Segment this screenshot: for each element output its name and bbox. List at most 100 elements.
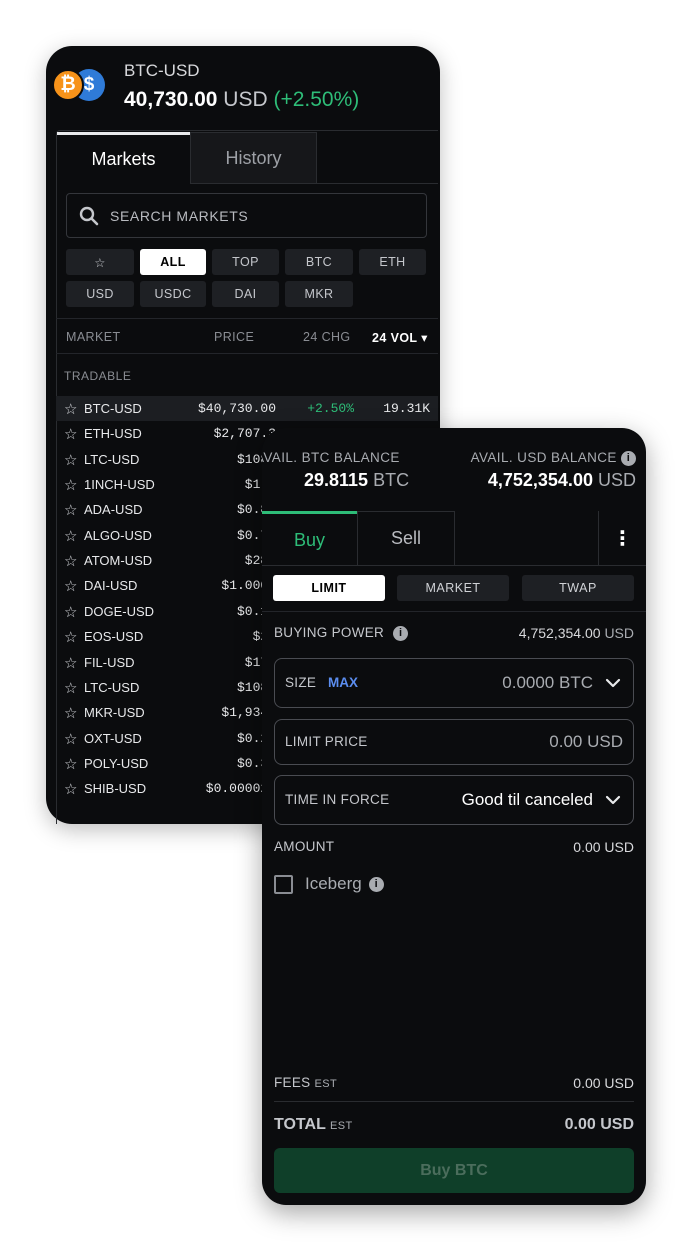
star-icon[interactable]: ☆ xyxy=(64,577,77,595)
order-panel: AVAIL. BTC BALANCE 29.8115 BTC AVAIL. US… xyxy=(262,428,646,1205)
star-icon[interactable]: ☆ xyxy=(64,755,77,773)
star-icon[interactable]: ☆ xyxy=(64,679,77,697)
star-icon[interactable]: ☆ xyxy=(64,425,77,443)
time-in-force-select[interactable]: TIME IN FORCE Good til canceled xyxy=(274,775,634,825)
star-icon[interactable]: ☆ xyxy=(64,603,77,621)
market-symbol: EOS-USD xyxy=(84,629,144,645)
fees-value: 0.00 USD xyxy=(573,1075,634,1091)
info-icon[interactable]: i xyxy=(393,626,409,641)
filter-usd[interactable]: USD xyxy=(66,281,134,307)
limit-price-field[interactable]: LIMIT PRICE 0.00 USD xyxy=(274,719,634,765)
filter-eth[interactable]: ETH xyxy=(359,249,426,275)
order-side-tabs: Buy Sell ⋮ xyxy=(262,511,646,566)
max-button[interactable]: MAX xyxy=(328,675,358,690)
usd-balance-label: AVAIL. USD BALANCE i xyxy=(471,450,636,466)
btc-balance: 29.8115 BTC xyxy=(304,470,409,491)
filter-dai[interactable]: DAI xyxy=(212,281,279,307)
iceberg-checkbox[interactable] xyxy=(274,874,293,894)
filter-all[interactable]: ALL xyxy=(140,249,206,275)
amount-label: AMOUNT xyxy=(274,839,335,854)
order-type-twap[interactable]: TWAP xyxy=(522,575,634,601)
market-symbol: 1INCH-USD xyxy=(84,477,155,493)
fees-label-text: FEES xyxy=(274,1075,311,1090)
tab-history[interactable]: History xyxy=(190,132,317,184)
filter-favorites[interactable]: ☆ xyxy=(66,249,134,275)
market-symbol: ATOM-USD xyxy=(84,553,153,569)
column-24-volume[interactable]: 24 VOL ▾ xyxy=(372,330,428,345)
market-symbol: LTC-USD xyxy=(84,451,140,467)
market-symbol: SHIB-USD xyxy=(84,781,147,797)
column-price[interactable]: PRICE xyxy=(214,330,254,344)
info-icon[interactable]: i xyxy=(621,451,636,466)
iceberg-label: Iceberg xyxy=(305,874,362,893)
usd-balance-label-text: AVAIL. USD BALANCE xyxy=(470,450,617,465)
size-label: SIZE xyxy=(285,675,317,690)
tab-sell[interactable]: Sell xyxy=(357,511,455,566)
markets-table-header: MARKET PRICE 24 CHG 24 VOL ▾ xyxy=(56,318,438,354)
search-markets-input[interactable]: SEARCH MARKETS xyxy=(66,193,427,238)
total-label-text: TOTAL xyxy=(274,1116,326,1133)
market-symbol: ALGO-USD xyxy=(84,527,152,543)
price-change: (+2.50%) xyxy=(273,88,360,111)
size-value[interactable]: 0.0000 BTC xyxy=(502,673,593,693)
btc-balance-unit: BTC xyxy=(373,470,410,490)
info-icon[interactable]: i xyxy=(368,876,384,892)
time-in-force-value[interactable]: Good til canceled xyxy=(462,790,593,810)
btc-balance-value: 29.8115 xyxy=(304,470,369,490)
search-placeholder: SEARCH MARKETS xyxy=(110,207,249,224)
star-icon[interactable]: ☆ xyxy=(64,780,77,798)
tab-buy[interactable]: Buy xyxy=(262,511,357,566)
filter-mkr[interactable]: MKR xyxy=(285,281,353,307)
star-icon[interactable]: ☆ xyxy=(64,704,77,722)
usd-balance-unit: USD xyxy=(597,470,636,490)
star-icon[interactable]: ☆ xyxy=(64,552,77,570)
tab-markets[interactable]: Markets xyxy=(57,132,190,184)
divider xyxy=(274,1101,634,1102)
market-symbol: BTC-USD xyxy=(84,401,142,416)
market-change: +2.50% xyxy=(307,401,354,416)
market-symbol: POLY-USD xyxy=(84,755,149,771)
more-options-icon[interactable]: ⋮ xyxy=(598,511,646,566)
star-icon[interactable]: ☆ xyxy=(64,628,77,646)
chevron-down-icon[interactable] xyxy=(604,674,622,692)
star-icon[interactable]: ☆ xyxy=(64,451,77,469)
usd-balance-value: 4,752,354.00 xyxy=(487,470,593,490)
star-icon[interactable]: ☆ xyxy=(64,527,77,545)
star-icon[interactable]: ☆ xyxy=(64,501,77,519)
iceberg-option: Iceberg i xyxy=(274,874,384,894)
divider xyxy=(262,611,646,612)
market-price: $40,730.00 xyxy=(197,401,276,416)
limit-price-value[interactable]: 0.00 USD xyxy=(549,732,623,752)
filter-usdc[interactable]: USDC xyxy=(140,281,206,307)
order-type-limit[interactable]: LIMIT xyxy=(273,575,385,601)
total-est: EST xyxy=(330,1120,353,1132)
buy-btc-button[interactable]: Buy BTC xyxy=(274,1148,634,1193)
search-icon xyxy=(79,206,99,225)
star-icon[interactable]: ☆ xyxy=(64,730,77,748)
fees-label: FEES EST xyxy=(274,1075,337,1090)
filter-btc[interactable]: BTC xyxy=(285,249,353,275)
limit-price-label: LIMIT PRICE xyxy=(285,734,368,749)
market-symbol: ADA-USD xyxy=(84,502,143,518)
time-in-force-label: TIME IN FORCE xyxy=(285,792,390,807)
chevron-down-icon[interactable] xyxy=(604,791,622,809)
tab-divider xyxy=(317,183,438,184)
pair-icons: ₿ $ xyxy=(52,69,105,103)
filter-top[interactable]: TOP xyxy=(212,249,279,275)
star-icon[interactable]: ☆ xyxy=(64,400,77,418)
size-field[interactable]: SIZE MAX 0.0000 BTC xyxy=(274,658,634,708)
buying-power: 4,752,354.00 USD xyxy=(519,625,634,641)
star-icon[interactable]: ☆ xyxy=(64,654,77,672)
total-label: TOTAL EST xyxy=(274,1116,353,1134)
market-row[interactable]: ☆ BTC-USD $40,730.00 +2.50% 19.31K xyxy=(56,396,438,421)
star-icon[interactable]: ☆ xyxy=(64,476,77,494)
btc-balance-label: AVAIL. BTC BALANCE xyxy=(262,450,400,465)
column-market[interactable]: MARKET xyxy=(66,330,121,344)
price-unit: USD xyxy=(223,88,268,111)
fees-est: EST xyxy=(314,1078,338,1090)
buying-power-label-text: BUYING POWER xyxy=(274,625,385,640)
column-24-change[interactable]: 24 CHG xyxy=(303,330,351,344)
order-type-market[interactable]: MARKET xyxy=(397,575,509,601)
buying-power-label: BUYING POWER i xyxy=(274,625,409,641)
market-symbol: DAI-USD xyxy=(84,578,138,594)
